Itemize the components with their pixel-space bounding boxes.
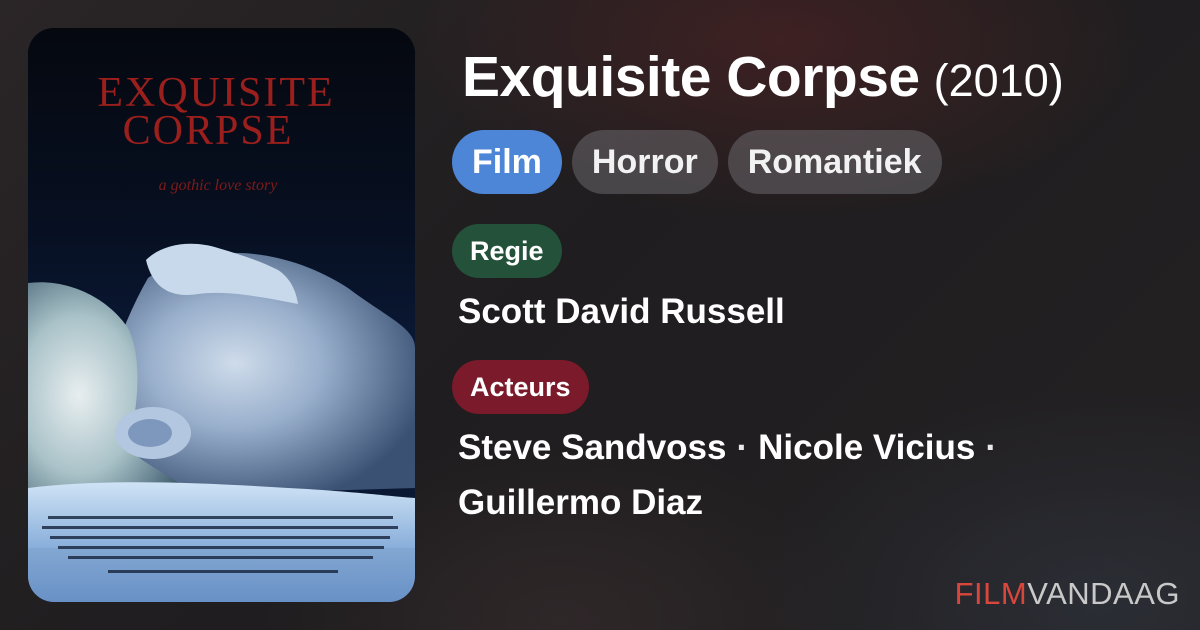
- title-row: Exquisite Corpse (2010): [462, 44, 1182, 110]
- genre-chip-horror[interactable]: Horror: [571, 130, 718, 194]
- genre-list: Film Horror Romantiek: [452, 130, 942, 194]
- cast-label: Acteurs: [452, 360, 589, 414]
- brand-logo-part1: FILM: [954, 576, 1028, 611]
- cast-line-2: Guillermo Diaz: [458, 483, 703, 523]
- cast-separator: ·: [985, 428, 998, 467]
- poster-title-line2: CORPSE: [123, 108, 294, 154]
- cast-member[interactable]: Guillermo Diaz: [458, 483, 703, 522]
- genre-chip-film[interactable]: Film: [452, 130, 562, 194]
- brand-logo[interactable]: FILMVANDAAG: [955, 576, 1180, 612]
- movie-card: EXQUISITE CORPSE a gothic love story Exq…: [0, 0, 1200, 630]
- cast-member[interactable]: Nicole Vicius: [758, 428, 975, 467]
- brand-logo-part2: VANDAAG: [1027, 576, 1180, 611]
- poster-artwork: EXQUISITE CORPSE a gothic love story: [28, 28, 415, 602]
- movie-title: Exquisite Corpse: [462, 45, 920, 109]
- genre-chip-romantiek[interactable]: Romantiek: [727, 130, 942, 194]
- cast-separator: ·: [736, 428, 749, 467]
- director-label: Regie: [452, 224, 562, 278]
- movie-poster[interactable]: EXQUISITE CORPSE a gothic love story: [28, 28, 415, 602]
- cast-member[interactable]: Steve Sandvoss: [458, 428, 726, 467]
- cast-line-1: Steve Sandvoss · Nicole Vicius ·: [458, 428, 1007, 468]
- movie-year: (2010): [933, 55, 1064, 106]
- poster-tagline: a gothic love story: [159, 177, 279, 194]
- director-name[interactable]: Scott David Russell: [458, 292, 785, 332]
